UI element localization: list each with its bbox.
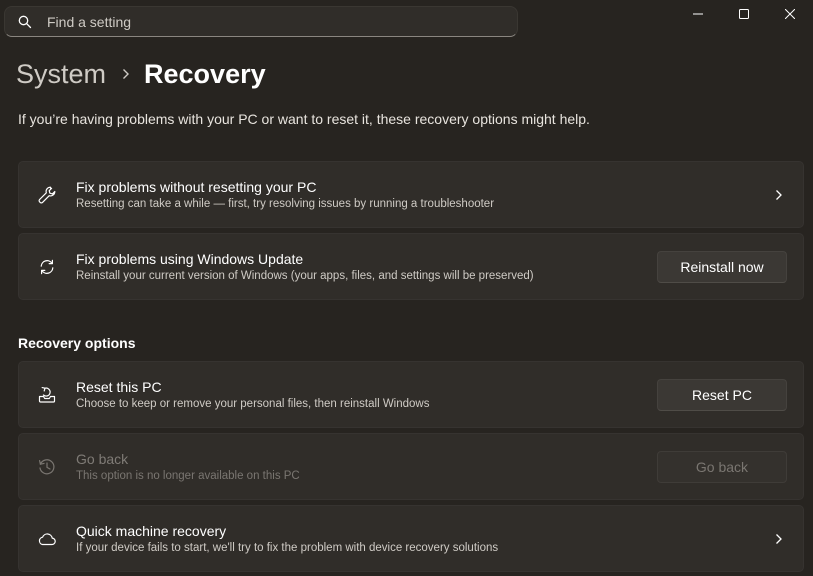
- search-icon: [17, 14, 33, 30]
- card-subtitle: Choose to keep or remove your personal f…: [76, 398, 430, 410]
- fix-problems-troubleshoot-card[interactable]: Fix problems without resetting your PC R…: [18, 161, 804, 228]
- search-input[interactable]: [45, 12, 489, 31]
- card-subtitle: If your device fails to start, we'll try…: [76, 542, 499, 554]
- chevron-right-icon: [773, 533, 785, 545]
- page-title: Recovery: [144, 58, 266, 89]
- reinstall-now-button[interactable]: Reinstall now: [657, 250, 787, 283]
- section-header-recovery-options: Recovery options: [18, 335, 136, 351]
- cloud-icon: [37, 529, 57, 549]
- close-icon: [784, 6, 796, 24]
- card-title: Reset this PC: [76, 379, 162, 395]
- go-back-card: Go back This option is no longer availab…: [18, 433, 804, 500]
- quick-machine-recovery-card[interactable]: Quick machine recovery If your device fa…: [18, 505, 804, 572]
- breadcrumb: System Recovery: [16, 56, 266, 92]
- card-title: Go back: [76, 451, 129, 467]
- card-title: Fix problems without resetting your PC: [76, 179, 317, 195]
- window-controls: [675, 0, 813, 30]
- card-title: Quick machine recovery: [76, 523, 227, 539]
- chevron-right-icon: [773, 189, 785, 201]
- maximize-button[interactable]: [721, 0, 767, 30]
- card-subtitle: Resetting can take a while — first, try …: [76, 198, 495, 210]
- minimize-button[interactable]: [675, 0, 721, 30]
- page-description: If you’re having problems with your PC o…: [18, 111, 590, 127]
- chevron-right-icon: [122, 68, 130, 80]
- card-subtitle: This option is no longer available on th…: [76, 470, 300, 482]
- close-button[interactable]: [767, 0, 813, 30]
- search-box[interactable]: [4, 6, 518, 37]
- card-subtitle: Reinstall your current version of Window…: [76, 270, 534, 282]
- windows-update-fix-card: Fix problems using Windows Update Reinst…: [18, 233, 804, 300]
- maximize-icon: [739, 6, 749, 24]
- go-back-button: Go back: [657, 450, 787, 483]
- wrench-icon: [37, 185, 57, 205]
- history-icon: [37, 457, 57, 477]
- reset-pc-icon: [37, 385, 57, 405]
- reset-pc-button[interactable]: Reset PC: [657, 378, 787, 411]
- reset-this-pc-card: Reset this PC Choose to keep or remove y…: [18, 361, 804, 428]
- breadcrumb-parent-link[interactable]: System: [16, 59, 106, 90]
- minimize-icon: [693, 6, 703, 24]
- card-title: Fix problems using Windows Update: [76, 251, 304, 267]
- refresh-icon: [37, 257, 57, 277]
